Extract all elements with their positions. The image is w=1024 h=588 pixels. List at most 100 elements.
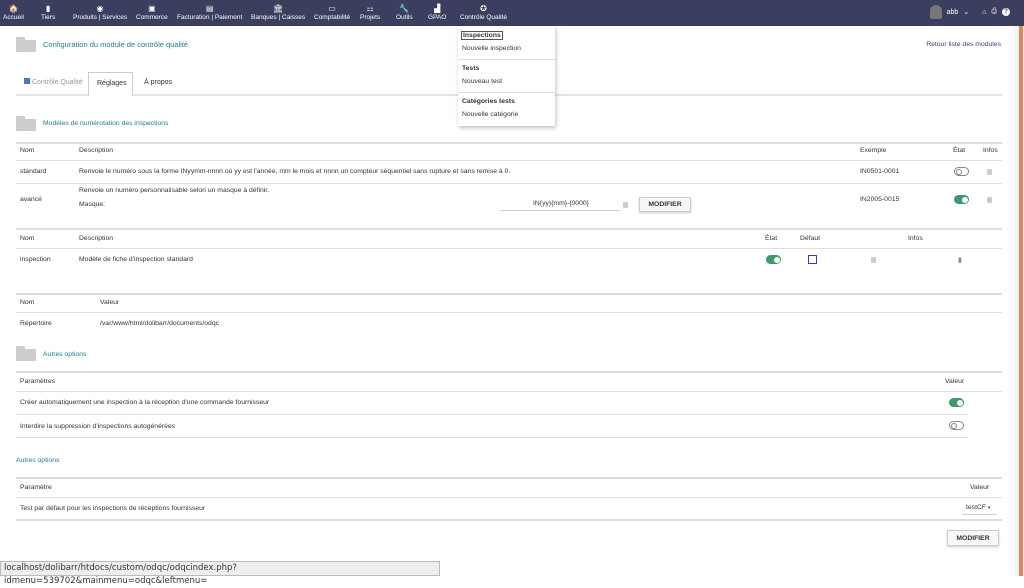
section-title-other: Autres options — [43, 351, 87, 358]
briefcase-icon: ▣ — [148, 4, 156, 13]
tab-a-propos[interactable]: À propos — [136, 72, 180, 96]
nav-label: Tiers — [41, 14, 56, 21]
preview-icon[interactable]: ▮ — [958, 256, 962, 264]
chevron-down-icon[interactable]: ⌄ — [963, 8, 969, 16]
nav-item-outils[interactable]: 🔧 Outils — [396, 0, 413, 26]
modify-button[interactable]: MODIFIER — [947, 530, 999, 546]
user-area: abb ⌄ ⌂ ⎙ ? — [929, 5, 1010, 19]
col-header: Infos — [983, 147, 998, 154]
col-header: Paramètres — [20, 378, 56, 385]
row-value: /var/www/html/dolibarr/documents/odqc — [100, 320, 219, 327]
ledger-icon: ▭ — [328, 4, 336, 13]
option-label: Créer automatiquement une inspection à l… — [20, 399, 270, 406]
nav-label: Contrôle Qualité — [460, 14, 507, 21]
nav-label: GPAO — [428, 14, 447, 21]
status-bar-url: localhost/dolibarr/htdocs/custom/odqc/od… — [0, 561, 440, 586]
help-icon[interactable]: ? — [1002, 8, 1010, 16]
nav-item-projets[interactable]: ⚏ Projets — [360, 0, 380, 26]
option-label: Interdire la suppression d'inspections a… — [20, 423, 176, 430]
home-icon: 🏠 — [8, 4, 19, 13]
nav-item-commerce[interactable]: ▣ Commerce — [136, 0, 168, 26]
info-icon[interactable] — [987, 197, 992, 203]
chevron-down-icon: ▾ — [987, 505, 991, 511]
folder-icon — [16, 37, 36, 52]
row-description: Renvoie un numéro personnalisable selon … — [79, 187, 270, 194]
info-icon[interactable] — [871, 257, 876, 263]
page-title: Configuration du module de contrôle qual… — [43, 40, 189, 49]
state-toggle-off[interactable] — [954, 167, 969, 176]
col-header: Nom — [20, 235, 35, 242]
home-icon[interactable]: ⌂ — [982, 9, 986, 16]
option-toggle-off[interactable] — [949, 421, 964, 430]
nav-label: Facturation | Paiement — [177, 14, 243, 21]
col-header: Valeur — [100, 299, 120, 306]
menu-new-test[interactable]: Nouveau test — [462, 78, 502, 85]
user-name[interactable]: abb — [947, 9, 959, 16]
col-header: Infos — [908, 235, 923, 242]
row-example: IN2005-0015 — [860, 196, 900, 203]
invoice-icon: ▤ — [205, 4, 214, 13]
default-checkbox[interactable] — [808, 255, 817, 264]
nav-label: Projets — [360, 14, 381, 21]
tab-reglages[interactable]: Réglages — [88, 72, 133, 96]
module-icon — [24, 78, 30, 84]
default-test-select[interactable]: testCF ▾ — [962, 501, 997, 515]
col-header: Valeur — [945, 378, 965, 385]
info-icon[interactable] — [987, 169, 992, 175]
section-title-other-2: Autres options — [16, 457, 60, 464]
print-icon[interactable]: ⎙ — [991, 8, 997, 16]
nav-label: Banques | Caisses — [251, 14, 306, 21]
back-to-modules-link[interactable]: Retour liste des modules — [926, 41, 1001, 48]
award-icon: ✪ — [480, 4, 487, 13]
menu-tests[interactable]: Tests — [462, 65, 479, 72]
nav-item-produits-services[interactable]: ◉ Produits | Services — [73, 0, 127, 26]
col-header: Paramètre — [20, 484, 52, 491]
mask-input[interactable]: IN{yy}{mm}-{0000} — [500, 197, 620, 211]
wrench-icon: 🔧 — [399, 4, 410, 13]
col-header: Défaut — [800, 235, 821, 242]
nav-item-contr-le-qualit-[interactable]: ✪ Contrôle Qualité — [460, 0, 507, 26]
select-value: testCF — [966, 504, 987, 511]
col-header: Description — [79, 147, 113, 154]
scrollbar-thumb[interactable] — [1019, 26, 1023, 576]
nav-item-banques-caisses[interactable]: 🏛 Banques | Caisses — [251, 0, 305, 26]
nav-item-facturation-paiement[interactable]: ▤ Facturation | Paiement — [177, 0, 242, 26]
menu-inspections[interactable]: Inspections — [461, 31, 503, 40]
col-header: Nom — [20, 299, 35, 306]
row-name: standard — [20, 168, 47, 175]
mask-label: Masque: — [79, 201, 106, 208]
col-header: Nom — [20, 147, 35, 154]
info-icon[interactable] — [623, 202, 628, 208]
row-name: Répertoire — [20, 320, 52, 327]
option-label: Test par défaut pour les inspections de … — [20, 505, 206, 512]
col-header: État — [953, 147, 966, 154]
nav-label: Accueil — [3, 14, 24, 21]
nav-item-gpao[interactable]: ▟ GPAO — [428, 0, 446, 26]
row-description: Renvoie le numéro sous la forme INyymm-n… — [79, 168, 511, 175]
menu-new-inspection[interactable]: Nouvelle inspection — [462, 45, 521, 52]
state-toggle-on[interactable] — [954, 195, 969, 204]
avatar[interactable] — [929, 5, 942, 19]
row-example: IN0501-0001 — [860, 168, 900, 175]
row-name: inspection — [20, 256, 51, 263]
nav-label: Commerce — [136, 14, 168, 21]
nav-item-accueil[interactable]: 🏠 Accueil — [3, 0, 24, 26]
tab-controle-qualite[interactable]: Contrôle Qualité — [16, 72, 91, 96]
factory-icon: ▟ — [434, 4, 441, 13]
folder-icon — [16, 116, 36, 131]
building-icon: ▮ — [45, 4, 51, 13]
col-header: Valeur — [970, 484, 990, 491]
nav-label: Comptabilité — [314, 14, 351, 21]
section-title-numbering: Modèles de numérotation des inspections — [43, 120, 169, 127]
top-navbar: 🏠 Accueil ▮ Tiers ◉ Produits | Services ▣ Comme… — [0, 0, 1024, 26]
scrollbar[interactable] — [1014, 26, 1024, 576]
nav-item-comptabilit-[interactable]: ▭ Comptabilité — [314, 0, 350, 26]
col-header: État — [765, 235, 778, 242]
modify-mask-button[interactable]: MODIFIER — [639, 197, 691, 212]
folder-icon — [16, 346, 36, 361]
nav-item-tiers[interactable]: ▮ Tiers — [41, 0, 55, 26]
state-toggle-on[interactable] — [766, 255, 781, 264]
menu-new-category[interactable]: Nouvelle catégorie — [462, 111, 518, 118]
menu-test-categories[interactable]: Catégories tests — [462, 98, 515, 105]
option-toggle-on[interactable] — [949, 398, 964, 407]
